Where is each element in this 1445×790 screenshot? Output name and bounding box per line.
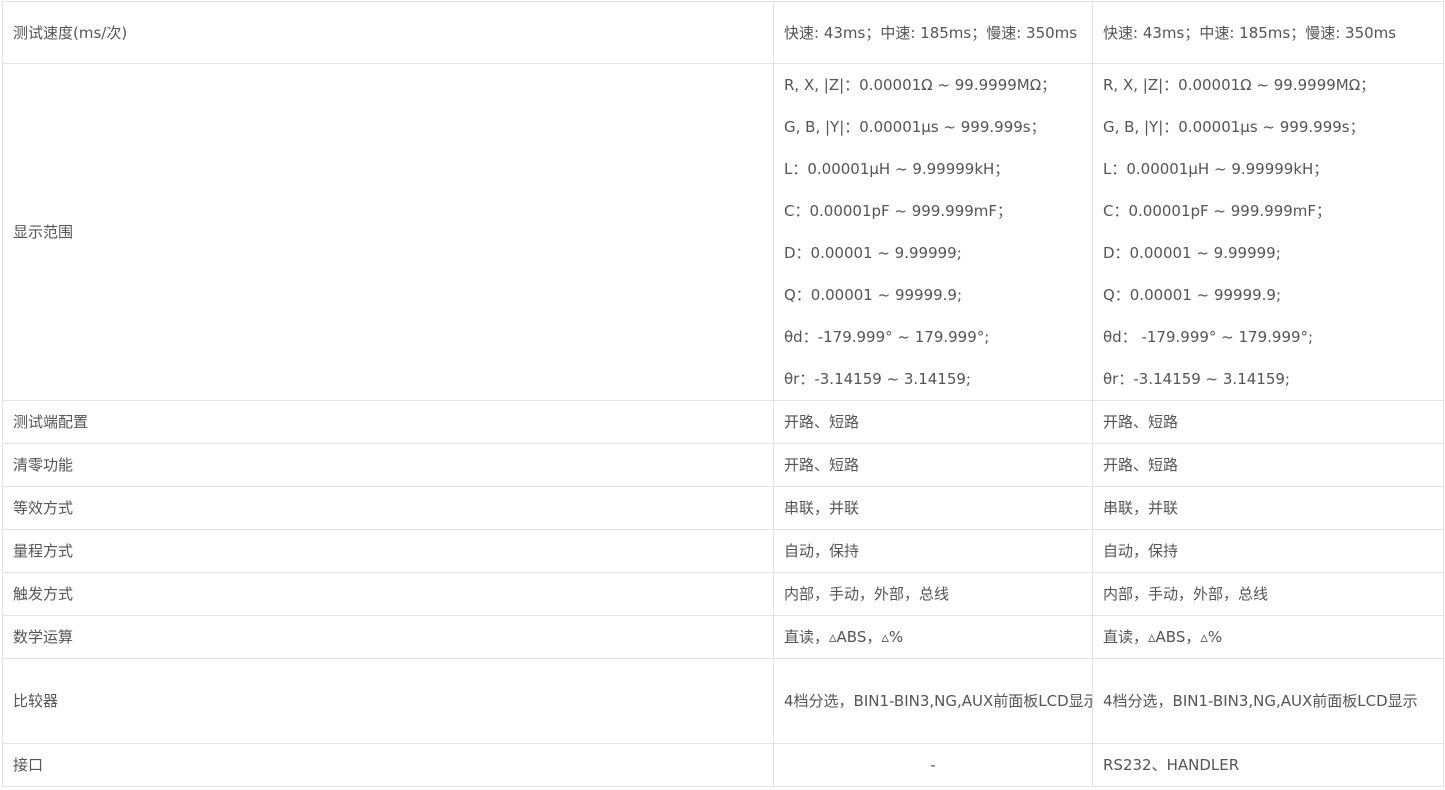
- row-label: 显示范围: [2, 63, 774, 401]
- range-line: θd：-179.999° ~ 179.999°;: [784, 328, 990, 346]
- range-line: G, B, |Y|：0.00001μs ~ 999.999s；: [784, 118, 1046, 136]
- row-label: 数学运算: [2, 615, 774, 659]
- row-label: 量程方式: [2, 529, 774, 573]
- cell-value: 快速: 43ms；中速: 185ms；慢速: 350ms: [773, 1, 1093, 64]
- range-line: Q：0.00001 ~ 99999.9;: [784, 286, 963, 304]
- table-row: 测试端配置 开路、短路 开路、短路: [2, 400, 1444, 444]
- row-label: 等效方式: [2, 486, 774, 530]
- range-line: L：0.00001μH ~ 9.99999kH；: [1103, 160, 1329, 178]
- range-line: D：0.00001 ~ 9.99999;: [1103, 244, 1281, 262]
- range-line: θr：-3.14159 ~ 3.14159;: [784, 370, 971, 388]
- cell-value: 串联，并联: [1092, 486, 1444, 530]
- cell-value: 内部，手动，外部，总线: [1092, 572, 1444, 616]
- range-line: L：0.00001μH ~ 9.99999kH；: [784, 160, 1010, 178]
- table-row: 测试速度(ms/次) 快速: 43ms；中速: 185ms；慢速: 350ms …: [2, 1, 1444, 64]
- table-row: 等效方式 串联，并联 串联，并联: [2, 486, 1444, 530]
- row-label: 比较器: [2, 658, 774, 744]
- range-line: C：0.00001pF ~ 999.999mF；: [784, 202, 1013, 220]
- range-line: Q：0.00001 ~ 99999.9;: [1103, 286, 1282, 304]
- cell-value-list: R, X, |Z|：0.00001Ω ~ 99.9999MΩ； G, B, |Y…: [1092, 63, 1444, 401]
- cell-value: 4档分选，BIN1-BIN3,NG,AUX前面板LCD显示: [1092, 658, 1444, 744]
- cell-value: 自动，保持: [1092, 529, 1444, 573]
- range-line: θd： -179.999° ~ 179.999°;: [1103, 328, 1314, 346]
- cell-value: 开路、短路: [773, 400, 1093, 444]
- cell-value: -: [773, 743, 1093, 787]
- row-label: 测试端配置: [2, 400, 774, 444]
- table-row: 数学运算 直读，▵ABS，▵% 直读，▵ABS，▵%: [2, 615, 1444, 659]
- cell-value: 串联，并联: [773, 486, 1093, 530]
- range-line: θr：-3.14159 ~ 3.14159;: [1103, 370, 1290, 388]
- range-line: R, X, |Z|：0.00001Ω ~ 99.9999MΩ；: [1103, 76, 1376, 94]
- row-label: 测试速度(ms/次): [2, 1, 774, 64]
- cell-value: 自动，保持: [773, 529, 1093, 573]
- table-row: 显示范围 R, X, |Z|：0.00001Ω ~ 99.9999MΩ； G, …: [2, 63, 1444, 401]
- cell-value: 内部，手动，外部，总线: [773, 572, 1093, 616]
- range-line: R, X, |Z|：0.00001Ω ~ 99.9999MΩ；: [784, 76, 1057, 94]
- table-row: 触发方式 内部，手动，外部，总线 内部，手动，外部，总线: [2, 572, 1444, 616]
- cell-value: 开路、短路: [773, 443, 1093, 487]
- cell-value: 直读，▵ABS，▵%: [1092, 615, 1444, 659]
- cell-value: 4档分选，BIN1-BIN3,NG,AUX前面板LCD显示: [773, 658, 1093, 744]
- range-line: C：0.00001pF ~ 999.999mF；: [1103, 202, 1332, 220]
- cell-value: 开路、短路: [1092, 400, 1444, 444]
- cell-value: 开路、短路: [1092, 443, 1444, 487]
- row-label: 触发方式: [2, 572, 774, 616]
- row-label: 接口: [2, 743, 774, 787]
- table-row: 接口 - RS232、HANDLER: [2, 743, 1444, 787]
- range-line: G, B, |Y|：0.00001μs ~ 999.999s；: [1103, 118, 1365, 136]
- table-row: 清零功能 开路、短路 开路、短路: [2, 443, 1444, 487]
- cell-value-list: R, X, |Z|：0.00001Ω ~ 99.9999MΩ； G, B, |Y…: [773, 63, 1093, 401]
- row-label: 清零功能: [2, 443, 774, 487]
- spec-table: 测试速度(ms/次) 快速: 43ms；中速: 185ms；慢速: 350ms …: [2, 1, 1444, 787]
- table-row: 比较器 4档分选，BIN1-BIN3,NG,AUX前面板LCD显示 4档分选，B…: [2, 658, 1444, 744]
- cell-value: 直读，▵ABS，▵%: [773, 615, 1093, 659]
- cell-value: RS232、HANDLER: [1092, 743, 1444, 787]
- table-row: 量程方式 自动，保持 自动，保持: [2, 529, 1444, 573]
- range-line: D：0.00001 ~ 9.99999;: [784, 244, 962, 262]
- cell-value: 快速: 43ms；中速: 185ms；慢速: 350ms: [1092, 1, 1444, 64]
